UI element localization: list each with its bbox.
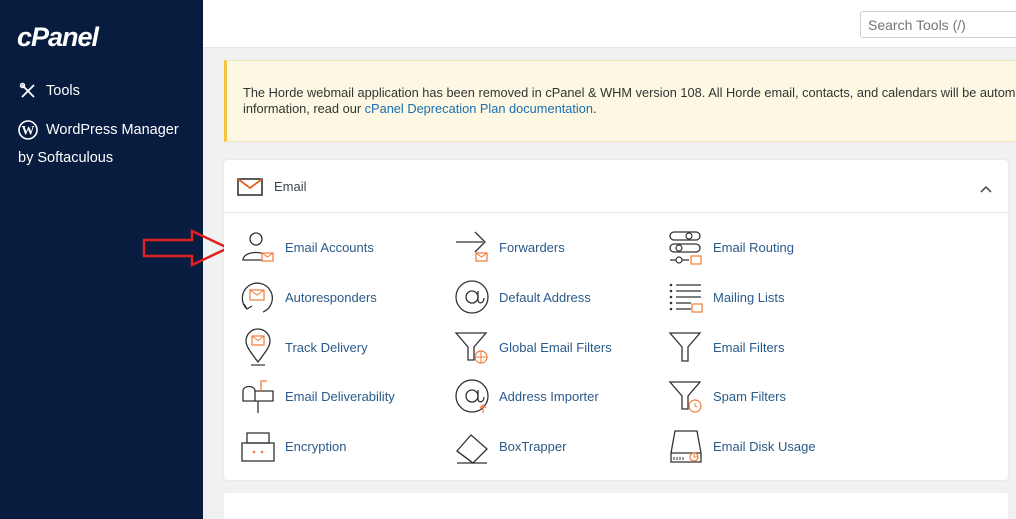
email-panel-title: Email (274, 179, 307, 194)
tool-mailing-lists[interactable]: Mailing Lists (666, 277, 785, 317)
tool-label: Email Disk Usage (713, 438, 816, 454)
notice-suffix: . (593, 101, 597, 116)
tool-address-importer[interactable]: Address Importer (452, 376, 599, 416)
tool-label: Global Email Filters (499, 339, 612, 355)
svg-text:W: W (22, 123, 35, 138)
deprecation-notice: The Horde webmail application has been r… (224, 60, 1016, 142)
tool-label: Forwarders (499, 239, 565, 255)
sidebar-item-wordpress[interactable]: W WordPress Manager (18, 120, 179, 140)
tool-email-disk-usage[interactable]: Email Disk Usage (666, 426, 816, 466)
tool-label: Encryption (285, 438, 347, 454)
red-arrow-annotation (142, 228, 232, 273)
autoresponders-icon (238, 277, 278, 317)
sidebar-item-tools[interactable]: Tools (18, 81, 80, 101)
global-filters-icon (452, 327, 492, 367)
deprecation-plan-link[interactable]: cPanel Deprecation Plan documentation (365, 101, 593, 116)
disk-usage-icon (666, 426, 706, 466)
tool-encryption[interactable]: Encryption (238, 426, 346, 466)
cpanel-logo[interactable]: cPanel (17, 22, 99, 53)
search-input[interactable] (860, 11, 1016, 38)
next-panel (224, 493, 1008, 519)
envelope-icon (237, 178, 263, 201)
tool-label: Autoresponders (285, 289, 377, 305)
tool-autoresponders[interactable]: Autoresponders (238, 277, 377, 317)
encryption-icon (238, 426, 278, 466)
tool-boxtrapper[interactable]: BoxTrapper (452, 426, 566, 466)
tool-spam-filters[interactable]: Spam Filters (666, 376, 786, 416)
sidebar-item-sublabel[interactable]: by Softaculous (18, 150, 113, 166)
email-filters-icon (666, 327, 706, 367)
tool-email-deliverability[interactable]: Email Deliverability (238, 376, 395, 416)
tool-label: Mailing Lists (713, 289, 785, 305)
tools-icon (18, 81, 38, 101)
tool-label: BoxTrapper (499, 438, 567, 454)
sidebar-item-label: WordPress Manager (46, 122, 179, 138)
mailing-lists-icon (666, 277, 706, 317)
email-routing-icon (666, 227, 706, 267)
tool-email-accounts[interactable]: Email Accounts (238, 227, 374, 267)
notice-prefix: information, read our (243, 101, 365, 116)
tool-label: Email Routing (713, 239, 794, 255)
tool-email-filters[interactable]: Email Filters (666, 327, 785, 367)
wordpress-icon: W (18, 120, 38, 140)
address-importer-icon (452, 376, 492, 416)
tool-label: Spam Filters (713, 388, 786, 404)
tool-label: Address Importer (499, 388, 599, 404)
chevron-up-icon[interactable] (980, 180, 992, 198)
tool-label: Default Address (499, 289, 591, 305)
boxtrapper-icon (452, 426, 492, 466)
spam-filters-icon (666, 376, 706, 416)
deliverability-icon (238, 376, 278, 416)
tool-label: Email Deliverability (285, 388, 395, 404)
forwarders-icon (452, 227, 492, 267)
tool-label: Email Filters (713, 339, 785, 355)
tool-label: Email Accounts (285, 239, 374, 255)
tool-forwarders[interactable]: Forwarders (452, 227, 565, 267)
sidebar-item-label: Tools (46, 83, 80, 99)
tool-email-routing[interactable]: Email Routing (666, 227, 794, 267)
email-panel-header[interactable]: Email (224, 160, 1008, 213)
notice-line-2: information, read our cPanel Deprecation… (243, 101, 1016, 117)
track-delivery-icon (238, 327, 278, 367)
email-panel: Email Email Accounts Forwarders Email Ro… (224, 160, 1008, 480)
notice-line-1: The Horde webmail application has been r… (243, 85, 1016, 100)
tool-global-email-filters[interactable]: Global Email Filters (452, 327, 612, 367)
tool-default-address[interactable]: Default Address (452, 277, 591, 317)
tool-track-delivery[interactable]: Track Delivery (238, 327, 368, 367)
tool-label: Track Delivery (285, 339, 368, 355)
email-accounts-icon (238, 227, 278, 267)
default-address-icon (452, 277, 492, 317)
